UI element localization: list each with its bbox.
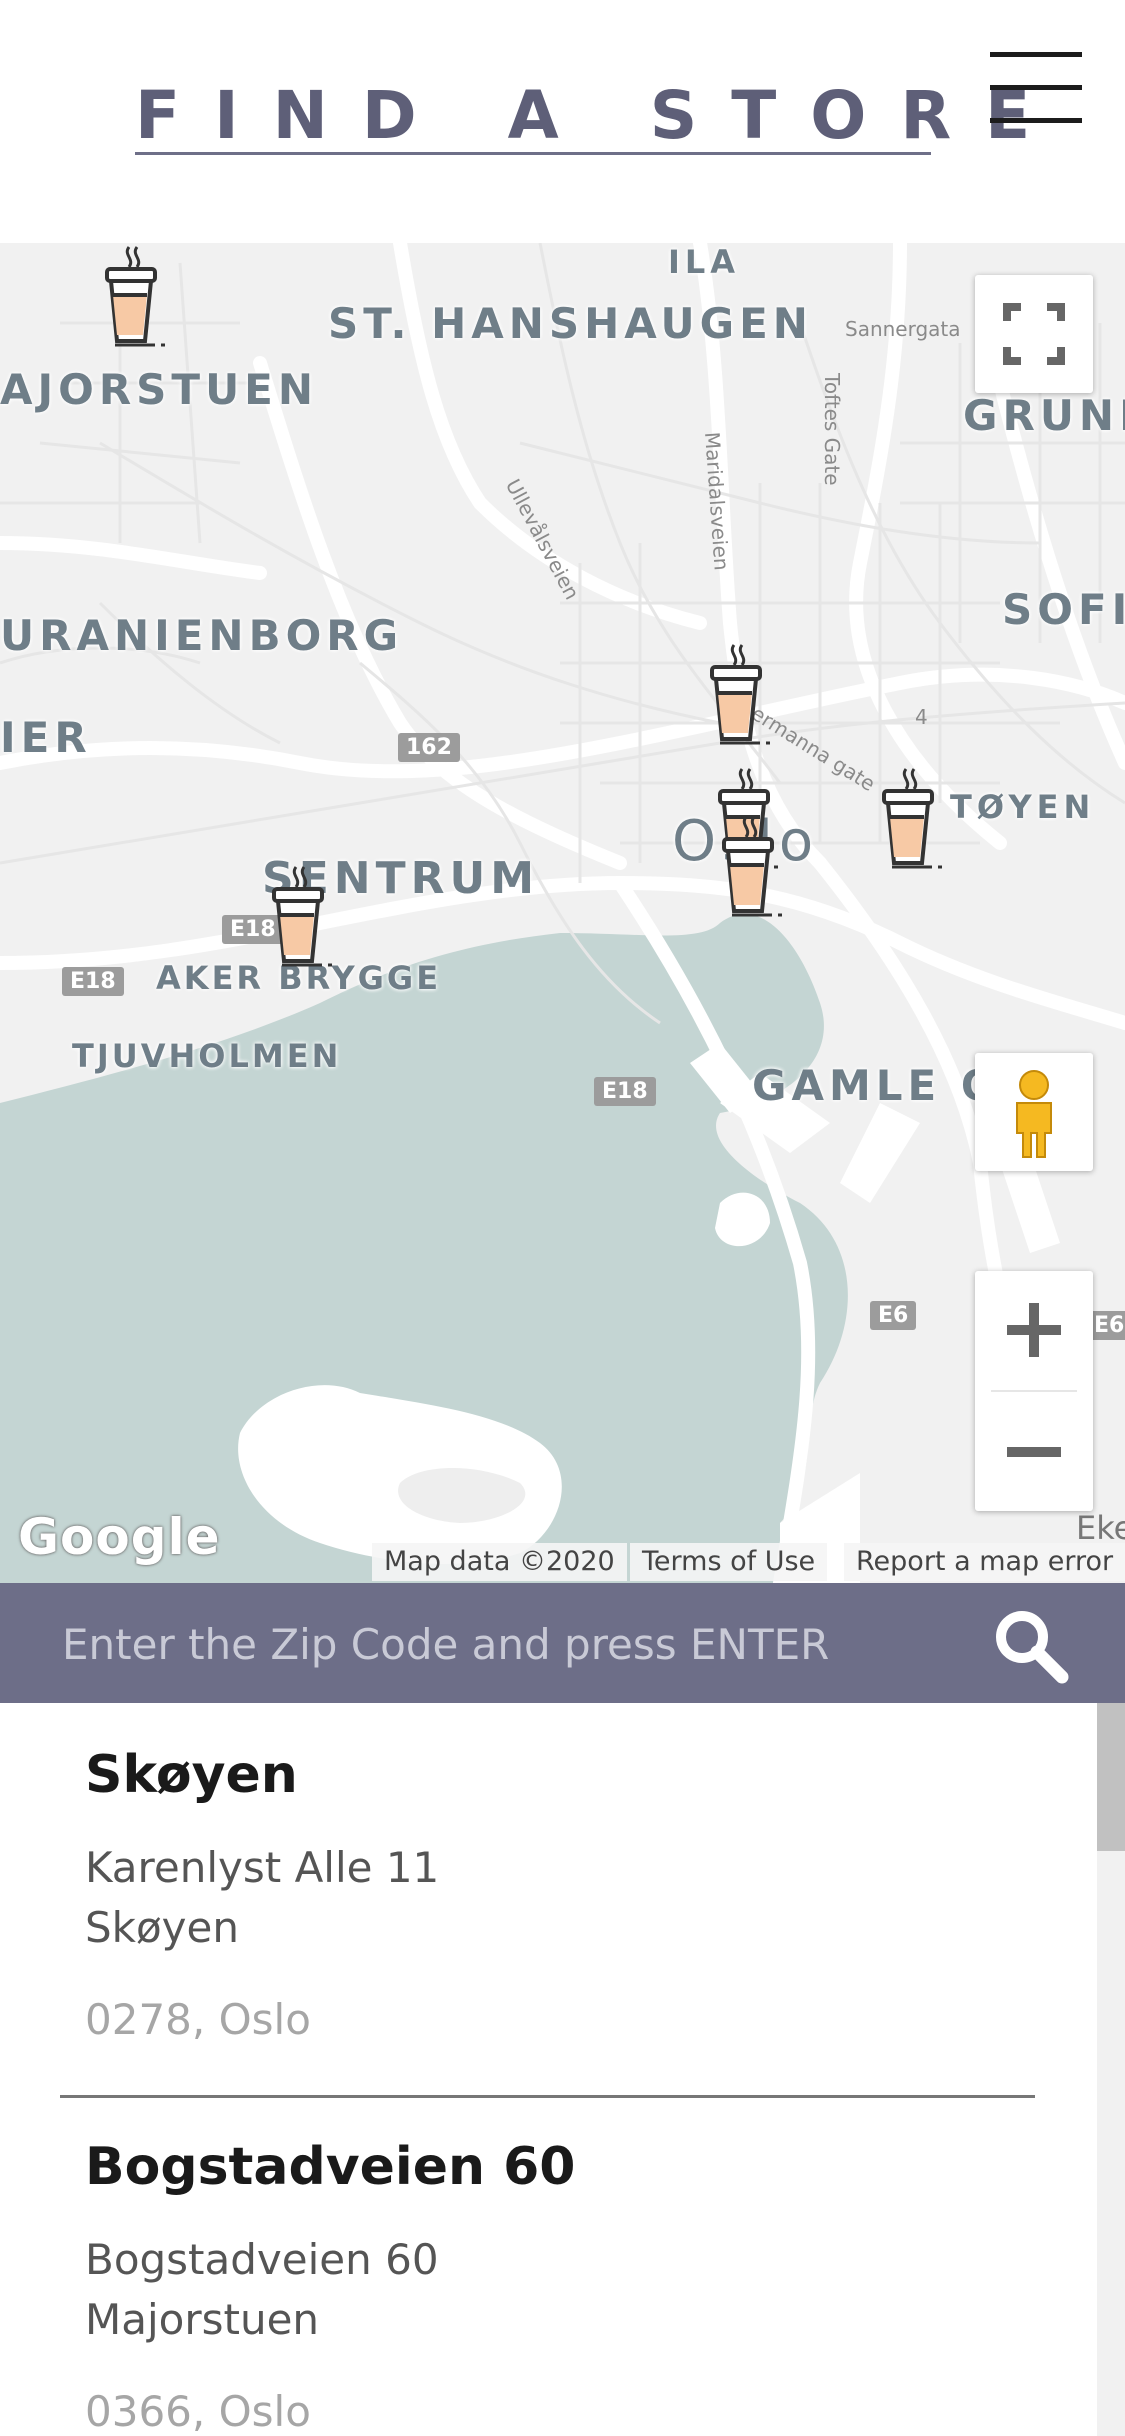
minus-icon — [1007, 1447, 1061, 1457]
street-label-sannergata: Sannergata — [845, 317, 961, 341]
map-label-st-hanshaugen: ST. HANSHAUGEN — [328, 299, 813, 348]
terms-of-use-link[interactable]: Terms of Use — [630, 1543, 828, 1581]
store-address: Karenlyst Alle 11 — [85, 1843, 440, 1892]
map-label-ier: IER — [0, 713, 92, 762]
street-label-eke: Eke — [1076, 1509, 1125, 1547]
store-name: Bogstadveien 60 — [85, 2137, 576, 2197]
search-bar — [0, 1583, 1125, 1703]
title-underline — [135, 152, 931, 155]
street-label-4: 4 — [915, 705, 928, 729]
road-badge-e18: E18 — [594, 1077, 656, 1106]
coffee-cup-icon[interactable] — [700, 641, 780, 751]
map-label-grune: GRUNE — [963, 391, 1125, 440]
map-label-majorstuen: AJORSTUEN — [0, 365, 319, 414]
street-label-toftes-gate: Toftes Gate — [820, 373, 844, 486]
google-logo: Google — [18, 1508, 221, 1566]
store-address: Bogstadveien 60 — [85, 2235, 439, 2284]
store-list[interactable]: Skøyen Karenlyst Alle 11 Skøyen 0278, Os… — [0, 1703, 1125, 2436]
pegman-icon — [1016, 1070, 1052, 1158]
coffee-cup-icon[interactable] — [95, 243, 175, 353]
map-label-tjuvholmen: TJUVHOLMEN — [72, 1037, 342, 1075]
zoom-controls — [975, 1271, 1093, 1511]
store-item[interactable]: Skøyen Karenlyst Alle 11 Skøyen 0278, Os… — [60, 1703, 1035, 2095]
coffee-cup-icon[interactable] — [712, 813, 792, 923]
search-button[interactable] — [990, 1605, 1070, 1685]
zoom-out-button[interactable] — [975, 1393, 1093, 1511]
map-base — [0, 243, 1125, 1583]
road-badge-e18: E18 — [62, 967, 124, 996]
store-map[interactable]: ILA ST. HANSHAUGEN AJORSTUEN GRUNE URANI… — [0, 243, 1125, 1583]
map-label-ila: ILA — [668, 243, 741, 281]
street-view-button[interactable] — [975, 1053, 1093, 1171]
map-label-toyen: TØYEN — [950, 788, 1096, 826]
search-icon — [996, 1611, 1069, 1684]
store-area: Skøyen — [85, 1903, 239, 1952]
road-badge-e6: E6 — [870, 1301, 917, 1330]
page-title: FIND A STORE — [135, 77, 1065, 154]
report-map-error-link[interactable]: Report a map error — [844, 1543, 1125, 1581]
map-label-gamle: GAMLE O — [752, 1061, 1002, 1110]
plus-icon — [1007, 1303, 1061, 1357]
zoom-in-button[interactable] — [975, 1271, 1093, 1389]
fullscreen-button[interactable] — [975, 275, 1093, 393]
store-area: Majorstuen — [85, 2295, 320, 2344]
coffee-cup-icon[interactable] — [872, 765, 952, 875]
map-data-attribution: Map data ©2020 — [372, 1543, 627, 1581]
map-label-sofi: SOFI — [1002, 585, 1125, 634]
header: FIND A STORE — [0, 0, 1125, 243]
hamburger-menu-icon[interactable] — [990, 52, 1082, 124]
store-city: 0278, Oslo — [85, 1995, 311, 2044]
scrollbar-thumb[interactable] — [1097, 1703, 1125, 1851]
store-divider — [60, 2095, 1035, 2098]
zip-code-input[interactable] — [60, 1603, 964, 1685]
fullscreen-icon — [1003, 303, 1065, 365]
store-city: 0366, Oslo — [85, 2387, 311, 2436]
store-item[interactable]: Bogstadveien 60 Bogstadveien 60 Majorstu… — [60, 2099, 1035, 2436]
store-name: Skøyen — [85, 1745, 298, 1805]
road-badge-162: 162 — [398, 733, 460, 762]
map-label-uranienborg: URANIENBORG — [0, 611, 404, 660]
coffee-cup-icon[interactable] — [262, 863, 342, 973]
